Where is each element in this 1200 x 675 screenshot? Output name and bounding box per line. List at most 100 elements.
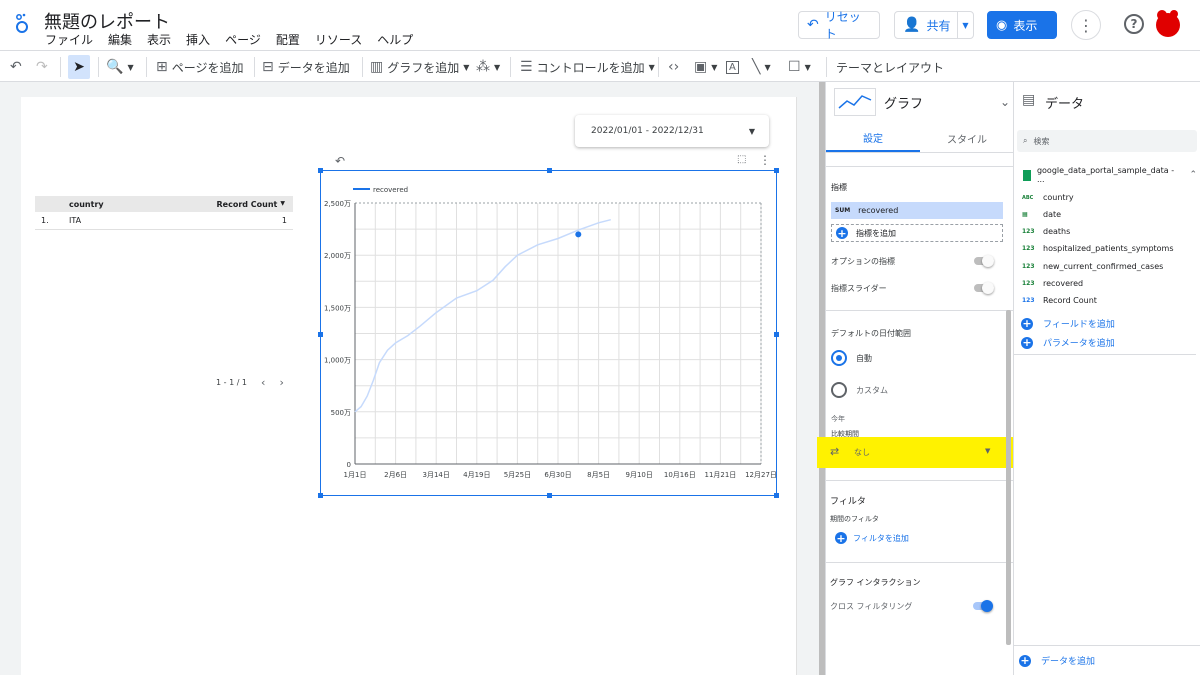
- add-metric-button[interactable]: + 指標を追加: [831, 224, 1003, 242]
- add-parameter-button[interactable]: + パラメータを追加: [1021, 336, 1115, 349]
- view-button[interactable]: ◉ 表示: [987, 11, 1057, 39]
- shape-icon[interactable]: ☐ ▼: [788, 55, 811, 79]
- x-tick-label: 8月5日: [587, 471, 610, 479]
- y-tick-label: 1,500万: [324, 304, 351, 312]
- zoom-icon[interactable]: 🔍 ▼: [106, 55, 134, 79]
- chevron-down-icon: ▼: [985, 447, 991, 455]
- optional-metrics-toggle[interactable]: [974, 255, 994, 267]
- cross-filter-toggle[interactable]: [973, 600, 993, 612]
- x-tick-label: 2月6日: [384, 471, 407, 479]
- x-tick-label: 4月19日: [463, 471, 490, 479]
- filter-section: フィルタ 期間のフィルタ + フィルタを追加 グラフ インタラクション クロス …: [825, 480, 1013, 675]
- add-data-icon: ⊟: [262, 59, 274, 75]
- metric-slider-toggle[interactable]: [974, 282, 994, 294]
- looker-studio-logo-icon: [16, 13, 28, 33]
- field-hospitalized[interactable]: 123 hospitalized_patients_symptoms: [1022, 244, 1174, 253]
- series-line-recovered: [354, 218, 611, 413]
- column-header-record-count[interactable]: Record Count ▼: [217, 200, 294, 209]
- add-page-button[interactable]: ⊞ ページを追加: [156, 55, 244, 79]
- field-country[interactable]: ABC country: [1022, 193, 1074, 202]
- legend-label-recovered: recovered: [373, 186, 408, 194]
- image-icon[interactable]: ▣ ▼: [694, 55, 717, 79]
- menu-edit[interactable]: 編集: [108, 31, 132, 48]
- menu-resource[interactable]: リソース: [315, 31, 362, 48]
- line-chart: 0 500万 1,000万 1,500万 2,000万 2,500万 1月1日 2月6日 3月1…: [324, 186, 777, 479]
- add-circle-icon: +: [1021, 317, 1033, 330]
- expand-icon: ⌃: [1189, 170, 1197, 180]
- menu-file[interactable]: ファイル: [45, 31, 93, 48]
- add-data-bottom-button[interactable]: + データを追加: [1019, 654, 1095, 667]
- table-pager: 1 - 1 / 1 ‹ ›: [216, 376, 284, 389]
- redo-icon[interactable]: ↷: [36, 55, 48, 79]
- field-date[interactable]: ▦ date: [1022, 210, 1061, 219]
- share-button[interactable]: 👤 共有 ▼: [894, 11, 974, 39]
- chart-filter-icon[interactable]: ⬚: [737, 154, 746, 165]
- text-box-icon[interactable]: A: [726, 55, 739, 79]
- column-header-country[interactable]: country: [69, 200, 104, 209]
- hover-point-marker: [575, 231, 582, 238]
- time-series-chart-icon: [834, 88, 876, 116]
- auto-radio[interactable]: [831, 350, 847, 366]
- add-chart-button[interactable]: ▥ グラフを追加 ▼: [370, 55, 469, 79]
- field-recovered[interactable]: 123 recovered: [1022, 279, 1083, 288]
- x-tick-label: 1月1日: [344, 471, 367, 479]
- add-data-button[interactable]: ⊟ データを追加: [262, 55, 350, 79]
- x-tick-label: 6月30日: [544, 471, 571, 479]
- menu-insert[interactable]: 挿入: [186, 31, 210, 48]
- metric-section-label: 指標: [831, 183, 847, 192]
- menu-help[interactable]: ヘルプ: [377, 31, 413, 48]
- eye-icon: ◉: [996, 17, 1008, 33]
- share-dropdown-icon[interactable]: ▼: [957, 12, 973, 38]
- y-tick-label: 0: [347, 461, 351, 469]
- add-circle-icon: +: [1021, 336, 1033, 349]
- reset-button[interactable]: ↶ リセット: [798, 10, 880, 41]
- comparison-period-dropdown[interactable]: ⇄ なし ▼: [817, 437, 1015, 468]
- embed-code-icon[interactable]: ‹›: [668, 55, 679, 79]
- date-range-control[interactable]: 2022/01/01 - 2022/12/31 ▼: [575, 115, 769, 147]
- y-tick-label: 2,000万: [324, 252, 351, 260]
- panel-scrollbar[interactable]: [1006, 310, 1011, 645]
- compare-arrows-icon: ⇄: [830, 445, 840, 458]
- data-table-icon: ▤: [1022, 92, 1036, 108]
- x-tick-label: 3月14日: [423, 471, 450, 479]
- add-circle-icon: +: [836, 226, 848, 240]
- avatar[interactable]: [1153, 8, 1183, 38]
- menu-view[interactable]: 表示: [147, 31, 171, 48]
- field-new-cases[interactable]: 123 new_current_confirmed_cases: [1022, 262, 1163, 271]
- tab-setup[interactable]: 設定: [826, 124, 920, 152]
- data-table[interactable]: country Record Count ▼ 1. ITA 1: [35, 196, 293, 230]
- chart-undo-icon[interactable]: ↶: [335, 154, 345, 168]
- menu-arrange[interactable]: 配置: [276, 31, 300, 48]
- next-page-icon[interactable]: ›: [279, 376, 283, 389]
- undo-icon[interactable]: ↶: [10, 55, 22, 79]
- line-icon[interactable]: ╲ ▼: [752, 55, 771, 79]
- custom-radio[interactable]: [831, 382, 847, 398]
- tab-style[interactable]: スタイル: [920, 124, 1014, 152]
- menu-page[interactable]: ページ: [225, 31, 261, 48]
- x-tick-label: 9月10日: [626, 471, 653, 479]
- prev-page-icon[interactable]: ‹: [261, 376, 265, 389]
- add-circle-icon: +: [1019, 654, 1031, 667]
- data-source-item[interactable]: google_data_portal_sample_data - ... ⌃: [1023, 166, 1197, 184]
- chart-more-icon[interactable]: ⋮: [759, 153, 771, 167]
- help-icon[interactable]: ?: [1124, 14, 1144, 34]
- select-cursor-icon[interactable]: ➤: [68, 55, 90, 79]
- search-input[interactable]: ⌕ 検索: [1017, 130, 1197, 152]
- table-header: country Record Count ▼: [35, 196, 293, 212]
- add-filter-button[interactable]: + フィルタを追加: [835, 532, 909, 544]
- add-field-button[interactable]: + フィールドを追加: [1021, 317, 1115, 330]
- add-circle-icon: +: [835, 531, 847, 545]
- theme-layout-button[interactable]: テーマとレイアウト: [836, 55, 944, 79]
- sheets-icon: [1023, 169, 1031, 181]
- field-record-count[interactable]: 123 Record Count: [1022, 296, 1097, 305]
- chart-type-selector[interactable]: グラフ ⌄: [834, 86, 1010, 118]
- add-component-icon[interactable]: ⁂ ▼: [476, 55, 500, 79]
- field-deaths[interactable]: 123 deaths: [1022, 227, 1070, 236]
- add-control-button[interactable]: ☰ コントロールを追加 ▼: [520, 55, 655, 79]
- search-icon: ⌕: [1023, 136, 1028, 145]
- sort-down-icon: ▼: [280, 199, 285, 207]
- metric-chip[interactable]: SUM recovered: [831, 202, 1003, 219]
- x-tick-label: 11月21日: [704, 471, 736, 479]
- chevron-down-icon: ⌄: [999, 95, 1010, 109]
- more-options-icon[interactable]: ⋮: [1071, 10, 1101, 40]
